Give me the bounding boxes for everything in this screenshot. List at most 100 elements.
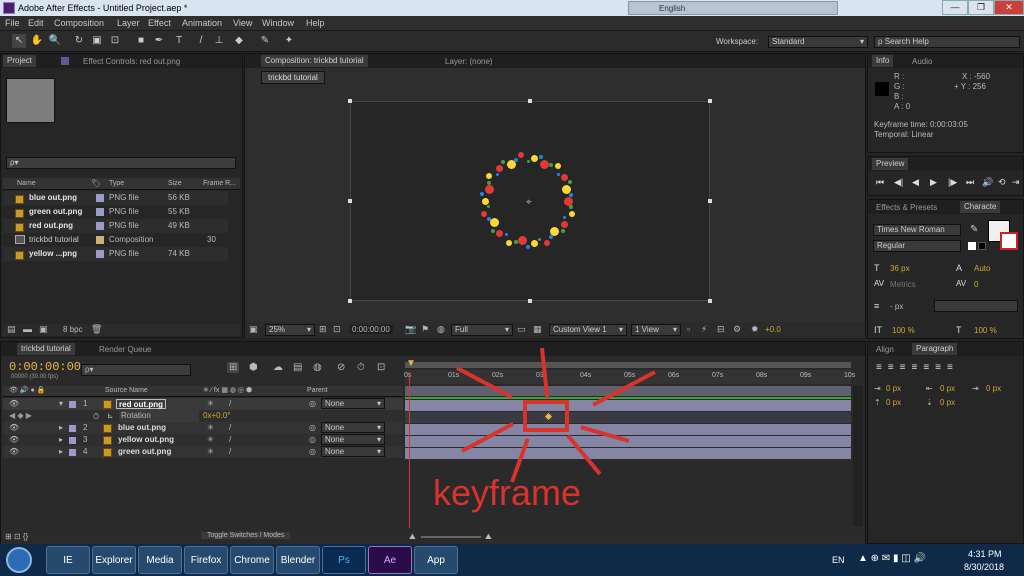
menu-file[interactable]: File	[5, 18, 20, 28]
parent-dropdown[interactable]: None ▾	[321, 434, 385, 445]
list-item[interactable]: yellow ...png PNG file 74 KB	[3, 247, 228, 261]
hand-tool-icon[interactable]: ✋	[30, 34, 44, 48]
region-of-interest-icon[interactable]: ▭	[517, 324, 526, 335]
layer-name[interactable]: red out.png	[116, 399, 166, 409]
keyframe-nav-icon[interactable]: ◀ ◆ ▶	[9, 410, 32, 422]
col-parent[interactable]: Parent	[307, 387, 328, 394]
stroke-type-dropdown[interactable]	[934, 300, 1018, 312]
graph-editor-icon[interactable]: ⊘	[337, 362, 345, 373]
bbox-handle[interactable]	[708, 199, 712, 203]
bbox-handle[interactable]	[708, 99, 712, 103]
white-swatch[interactable]	[968, 242, 976, 250]
tab-preview[interactable]: Preview	[872, 158, 909, 170]
menu-window[interactable]: Window	[262, 18, 294, 28]
taskbar-ie[interactable]: IE	[46, 546, 90, 574]
layer-bar[interactable]	[405, 400, 851, 411]
parent-dropdown[interactable]: None ▾	[321, 398, 385, 409]
views-dropdown[interactable]: 1 View ▾	[631, 324, 681, 336]
type-tool-icon[interactable]: T	[172, 34, 186, 48]
timeline-timecode[interactable]: 0:00:00:00	[9, 360, 81, 374]
mask-visibility-icon[interactable]: ⊡	[333, 324, 341, 335]
space-after-value[interactable]: 0 px	[940, 398, 955, 407]
timeline-zoom-slider[interactable]	[421, 536, 481, 538]
bbox-handle[interactable]	[528, 299, 532, 303]
taskbar-app[interactable]: App	[414, 546, 458, 574]
clock-date[interactable]: 8/30/2018	[964, 562, 1004, 572]
tab-effect-controls[interactable]: Effect Controls: red out.png	[83, 57, 180, 66]
bbox-handle[interactable]	[348, 99, 352, 103]
brush-tool-icon[interactable]: /	[194, 34, 208, 48]
always-preview-icon[interactable]: ▣	[249, 324, 258, 335]
list-item[interactable]: red out.png PNG file 49 KB	[3, 219, 228, 233]
ram-preview-icon[interactable]: ⇥	[1012, 177, 1020, 188]
live-update-icon[interactable]: ⊡	[377, 362, 385, 373]
space-before-value[interactable]: 0 px	[886, 398, 901, 407]
menu-layer[interactable]: Layer	[117, 18, 140, 28]
shy-icon[interactable]: ☁	[273, 362, 283, 373]
bbox-handle[interactable]	[348, 299, 352, 303]
expand-icon[interactable]: ▸	[59, 446, 63, 458]
next-frame-icon[interactable]: |▶	[948, 177, 957, 188]
taskbar-media[interactable]: Media	[138, 546, 182, 574]
pickwhip-icon[interactable]: ◎	[309, 398, 316, 410]
bbox-handle[interactable]	[348, 199, 352, 203]
timeline-icon[interactable]: ⊟	[717, 324, 725, 335]
zoom-tool-icon[interactable]: 🔍	[48, 34, 62, 48]
taskbar-firefox[interactable]: Firefox	[184, 546, 228, 574]
layer-row[interactable]: 👁 ▸ 4 green out.png ✳ / ◎ None ▾	[3, 446, 403, 458]
last-frame-icon[interactable]: ⏭	[966, 177, 974, 188]
list-item[interactable]: blue out.png PNG file 56 KB	[3, 191, 228, 205]
zoom-dropdown[interactable]: 25% ▾	[265, 324, 315, 336]
visibility-icon[interactable]: 👁	[9, 398, 19, 410]
selection-tool-icon[interactable]: ↖	[12, 34, 26, 48]
new-comp-icon[interactable]: ▣	[39, 324, 48, 335]
prev-frame-icon[interactable]: ◀|	[894, 177, 903, 188]
list-item[interactable]: trickbd tutorial Composition 30	[3, 233, 228, 247]
layer-bar[interactable]	[405, 448, 851, 459]
tab-render-queue[interactable]: Render Queue	[99, 345, 151, 354]
tab-effects-presets[interactable]: Effects & Presets	[876, 203, 937, 212]
minimize-button[interactable]: —	[942, 0, 968, 15]
new-folder-icon[interactable]: ▬	[23, 324, 32, 334]
bbox-handle[interactable]	[528, 99, 532, 103]
zoom-out-icon[interactable]: ⛰	[409, 532, 416, 542]
tab-align[interactable]: Align	[876, 345, 894, 354]
work-area-bar[interactable]	[405, 362, 851, 368]
taskbar-after-effects[interactable]: Ae	[368, 546, 412, 574]
stroke-width-value[interactable]: - px	[890, 302, 903, 311]
play-reverse-icon[interactable]: ◀	[912, 177, 919, 188]
col-type[interactable]: Type	[109, 180, 124, 187]
label-swatch[interactable]	[69, 425, 76, 432]
layer-row[interactable]: 👁 ▸ 3 yellow out.png ✳ / ◎ None ▾	[3, 434, 403, 446]
brainstorm-icon[interactable]: ⏱	[357, 362, 365, 373]
menu-help[interactable]: Help	[306, 18, 325, 28]
tab-character[interactable]: Characte	[960, 201, 1001, 213]
layer-row[interactable]: 👁 ▸ 2 blue out.png ✳ / ◎ None ▾	[3, 422, 403, 434]
play-icon[interactable]: ▶	[930, 177, 937, 188]
safe-zones-icon[interactable]: ⊞	[319, 324, 327, 335]
comp-mini-flowchart-icon[interactable]: ⊞	[227, 362, 240, 373]
maximize-button[interactable]: ❐	[968, 0, 994, 15]
label-swatch[interactable]	[69, 401, 76, 408]
delete-icon[interactable]: 🗑	[91, 324, 102, 335]
draft-3d-icon[interactable]: ⬢	[249, 362, 258, 373]
search-help-input[interactable]: ρ Search Help	[874, 36, 1020, 48]
start-button[interactable]	[6, 547, 32, 573]
font-style-dropdown[interactable]: Regular	[873, 240, 961, 252]
motion-blur-icon[interactable]: ◍	[313, 362, 322, 373]
menu-view[interactable]: View	[233, 18, 252, 28]
resolution-dropdown[interactable]: Full ▾	[451, 324, 513, 336]
menu-edit[interactable]: Edit	[28, 18, 44, 28]
tracking-value[interactable]: 0	[974, 280, 978, 289]
expand-icon[interactable]: ▾	[59, 398, 63, 410]
pan-behind-tool-icon[interactable]: ⊡	[108, 34, 122, 48]
bpc-label[interactable]: 8 bpc	[63, 325, 83, 334]
language-bar[interactable]: English	[628, 1, 838, 15]
close-button[interactable]: ✕	[994, 0, 1024, 15]
taskbar-blender[interactable]: Blender	[276, 546, 320, 574]
pickwhip-icon[interactable]: ◎	[309, 422, 316, 434]
expand-icon[interactable]: ▸	[59, 434, 63, 446]
layer-bar[interactable]	[405, 424, 851, 435]
first-frame-icon[interactable]: ⏮	[876, 177, 884, 188]
workspace-dropdown[interactable]: Standard ▾	[768, 36, 868, 48]
